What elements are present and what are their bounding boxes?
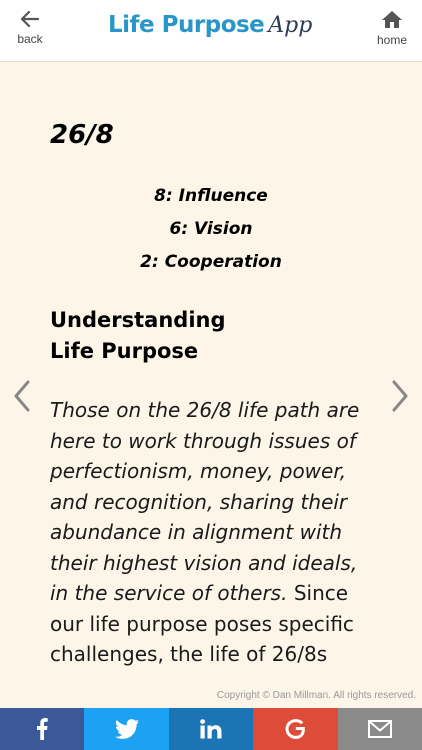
description-text: Those on the 26/8 life path are here to … [50, 395, 372, 670]
linkedin-icon [200, 719, 222, 739]
chevron-left-icon [14, 380, 30, 412]
heading-line: Life Purpose [50, 339, 199, 363]
back-button[interactable]: back [0, 10, 60, 56]
share-twitter-button[interactable] [84, 708, 169, 750]
chevron-right-icon [392, 380, 408, 412]
twitter-icon [114, 719, 139, 739]
back-label: back [17, 32, 43, 46]
arrow-left-icon [20, 10, 40, 28]
brand-suffix: App [268, 13, 313, 38]
next-arrow[interactable] [384, 378, 414, 414]
google-icon [285, 719, 306, 739]
copyright-notice: Copyright © Dan Millman. All rights rese… [216, 690, 416, 701]
share-google-button[interactable] [253, 708, 338, 750]
share-linkedin-button[interactable] [168, 708, 254, 750]
trait-list: 8: Influence 6: Vision 2: Cooperation [50, 180, 372, 279]
facebook-icon [37, 718, 48, 740]
description-italic: Those on the 26/8 life path are here to … [50, 398, 360, 605]
trait-item: 2: Cooperation [140, 252, 282, 272]
home-icon [382, 11, 402, 28]
brand-name: Life Purpose [108, 12, 265, 38]
share-email-button[interactable] [337, 708, 422, 750]
app-logo: Life Purpose App [108, 12, 318, 48]
content-area[interactable]: 26/8 8: Influence 6: Vision 2: Cooperati… [50, 62, 372, 690]
heading-line: Understanding [50, 308, 226, 332]
section-heading: Understanding Life Purpose [50, 305, 226, 367]
home-label: home [376, 33, 408, 47]
envelope-icon [367, 720, 392, 738]
app-header: back Life Purpose App home [0, 0, 422, 62]
trait-item: 8: Influence [154, 186, 268, 206]
share-facebook-button[interactable] [0, 708, 85, 750]
home-button[interactable]: home [362, 10, 422, 56]
share-bar [0, 708, 422, 750]
life-path-number: 26/8 [50, 120, 114, 150]
trait-item: 6: Vision [169, 219, 253, 239]
previous-arrow[interactable] [8, 378, 38, 414]
